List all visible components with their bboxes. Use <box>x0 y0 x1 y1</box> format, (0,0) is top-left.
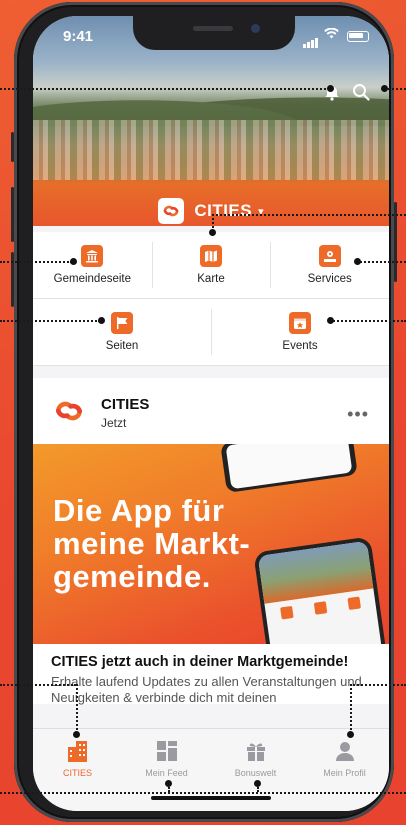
callout-line <box>76 684 78 734</box>
callout-dot <box>73 731 80 738</box>
notch <box>133 16 295 50</box>
banner-headline: Die App für meine Markt- gemeinde. <box>53 494 250 593</box>
quick-action-gemeindeseite[interactable]: Gemeindeseite <box>33 232 152 298</box>
quick-action-label: Seiten <box>105 340 139 352</box>
callout-dot <box>327 317 334 324</box>
battery-icon <box>347 31 369 42</box>
post-title: CITIES jetzt auch in deiner Marktgemeind… <box>51 654 349 670</box>
callout-line <box>0 320 100 322</box>
feed-grid-icon <box>155 739 179 763</box>
mute-switch <box>11 132 14 162</box>
community-name: CITIES <box>194 201 253 220</box>
calendar-star-icon <box>289 312 311 334</box>
callout-dot <box>209 229 216 236</box>
callout-dot <box>327 85 334 92</box>
feed-post[interactable]: CITIES Jetzt ••• Die App für meine Markt… <box>33 378 389 705</box>
quick-actions-row-1: Gemeindeseite Karte Services <box>33 232 389 299</box>
city-buildings-icon <box>66 739 90 763</box>
callout-dot <box>347 731 354 738</box>
cities-logo-icon <box>53 396 85 431</box>
tab-label: Bonuswelt <box>234 768 277 778</box>
callout-dot <box>354 258 361 265</box>
callout-line <box>356 261 406 263</box>
map-icon <box>200 245 222 267</box>
search-icon[interactable] <box>352 83 370 106</box>
callout-line <box>350 684 406 686</box>
post-body: Erhalte laufend Updates zu allen Veranst… <box>51 674 362 705</box>
banner-line: gemeinde. <box>53 559 211 594</box>
phone-mockup-image <box>220 444 358 493</box>
tab-label: CITIES <box>62 768 92 778</box>
status-time: 9:41 <box>63 28 94 45</box>
tab-label: Mein Profil <box>323 768 366 778</box>
quick-actions: Gemeindeseite Karte Services Seiten Even… <box>33 232 389 366</box>
cities-logo-icon <box>158 198 185 224</box>
callout-line <box>0 792 406 794</box>
callout-line <box>0 88 330 90</box>
callout-line <box>0 684 76 686</box>
flag-icon <box>111 312 133 334</box>
callout-line <box>212 214 406 216</box>
post-author: CITIES <box>101 396 150 413</box>
post-header: CITIES Jetzt ••• <box>33 378 389 444</box>
quick-action-services[interactable]: Services <box>270 232 389 298</box>
banner-line: Die App für <box>53 493 225 528</box>
town-hall-icon <box>81 245 104 267</box>
callout-dot <box>98 317 105 324</box>
speaker <box>193 26 233 31</box>
home-indicator <box>151 796 271 800</box>
quick-actions-row-2: Seiten Events <box>33 299 389 366</box>
tab-mein-profil[interactable]: Mein Profil <box>300 729 389 811</box>
gift-icon <box>244 739 268 763</box>
callout-dot <box>70 258 77 265</box>
callout-line <box>330 320 406 322</box>
callout-line <box>0 261 72 263</box>
app-screen: 9:41 CITIES ▾ Gemeindeseite Karte Servic… <box>33 16 389 811</box>
quick-action-label: Events <box>282 340 318 352</box>
quick-action-label: Services <box>307 273 352 285</box>
wifi-icon <box>324 27 339 42</box>
quick-action-label: Gemeindeseite <box>53 273 132 285</box>
phone-mockup-image <box>253 536 387 644</box>
camera <box>251 24 260 33</box>
phone-frame: 9:41 CITIES ▾ Gemeindeseite Karte Servic… <box>11 2 397 822</box>
callout-dot <box>165 780 172 787</box>
callout-dot <box>381 85 388 92</box>
post-banner-image: Die App für meine Markt- gemeinde. <box>33 444 389 644</box>
quick-action-karte[interactable]: Karte <box>151 232 271 298</box>
tab-label: Mein Feed <box>145 768 188 778</box>
profile-icon <box>333 739 357 763</box>
banner-line: meine Markt- <box>53 526 251 561</box>
callout-line <box>350 684 352 734</box>
post-timestamp: Jetzt <box>101 416 127 430</box>
callout-dot <box>254 780 261 787</box>
tab-cities[interactable]: CITIES <box>33 729 122 811</box>
signal-icon <box>303 30 319 48</box>
services-icon <box>318 245 341 267</box>
community-selector[interactable]: CITIES ▾ <box>33 191 389 231</box>
town-image <box>33 120 389 180</box>
more-options-icon[interactable]: ••• <box>347 404 369 425</box>
quick-action-seiten[interactable]: Seiten <box>33 299 211 365</box>
quick-action-events[interactable]: Events <box>211 299 389 365</box>
callout-line <box>385 88 406 90</box>
volume-up-button <box>11 187 14 242</box>
quick-action-label: Karte <box>197 273 225 285</box>
